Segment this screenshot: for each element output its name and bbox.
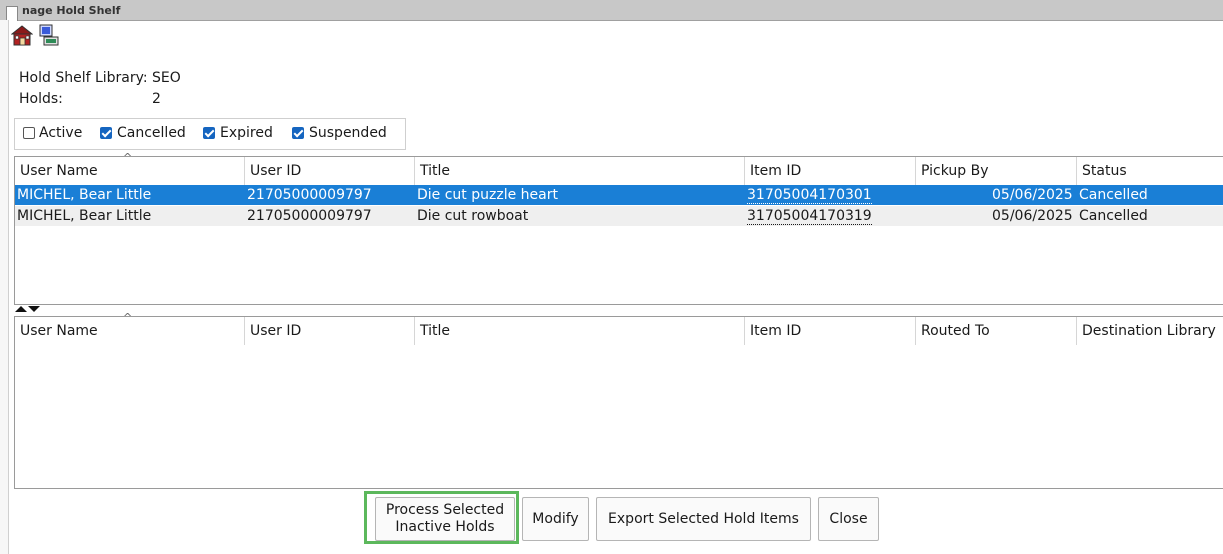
- cell-user-name: MICHEL, Bear Little: [17, 208, 152, 224]
- house-icon[interactable]: [10, 24, 34, 46]
- cell-user-id: 21705000009797: [247, 208, 372, 224]
- sort-caret-icon: ^: [123, 151, 133, 164]
- active-label[interactable]: Active: [39, 125, 82, 141]
- routed-items-grid[interactable]: ^ User Name User ID Title Item ID Routed…: [14, 311, 1223, 489]
- suspended-checkbox[interactable]: [292, 127, 304, 139]
- column-header-label: Destination Library: [1082, 323, 1216, 339]
- cell-item-id-link[interactable]: 31705004170301: [747, 187, 872, 204]
- library-label: Hold Shelf Library:: [19, 70, 148, 86]
- holds-label: Holds:: [19, 91, 63, 107]
- window-title: nage Hold Shelf: [22, 4, 121, 17]
- cancelled-label[interactable]: Cancelled: [117, 125, 186, 141]
- library-value: SEO: [152, 70, 181, 86]
- column-header-label: Item ID: [750, 323, 802, 339]
- export-selected-hold-items-button[interactable]: Export Selected Hold Items: [596, 497, 811, 541]
- holds-value: 2: [152, 91, 161, 107]
- cell-title: Die cut puzzle heart: [417, 187, 558, 203]
- sort-caret-icon: ^: [123, 311, 133, 324]
- table-row[interactable]: MICHEL, Bear Little 21705000009797 Die c…: [15, 185, 1223, 205]
- splitter-arrows-icon[interactable]: [14, 304, 44, 316]
- column-header-label: User ID: [250, 163, 302, 179]
- column-header-label: Status: [1082, 163, 1127, 179]
- cell-user-id: 21705000009797: [247, 187, 372, 203]
- column-header-label: Routed To: [921, 323, 990, 339]
- column-header-label: Item ID: [750, 163, 802, 179]
- status-filter-group: Active Cancelled Expired Suspended: [14, 118, 406, 150]
- column-header-item-id[interactable]: Item ID: [745, 317, 916, 345]
- column-header-destination-library[interactable]: Destination Library: [1077, 317, 1223, 345]
- cell-title: Die cut rowboat: [417, 208, 529, 224]
- close-button[interactable]: Close: [818, 497, 879, 541]
- cell-item-id-link[interactable]: 31705004170319: [747, 208, 872, 225]
- column-header-label: Title: [420, 323, 451, 339]
- column-header-routed-to[interactable]: Routed To: [916, 317, 1077, 345]
- expired-label[interactable]: Expired: [220, 125, 273, 141]
- table-row[interactable]: MICHEL, Bear Little 21705000009797 Die c…: [15, 206, 1223, 226]
- cell-pickup-by: 05/06/2025: [992, 187, 1073, 203]
- column-header-item-id[interactable]: Item ID: [745, 157, 916, 185]
- window-icon: [6, 6, 18, 21]
- process-selected-inactive-holds-button[interactable]: Process Selected Inactive Holds: [375, 497, 515, 541]
- button-label-line1: Process Selected: [385, 502, 505, 518]
- column-header-title[interactable]: Title: [415, 157, 745, 185]
- button-label-line2: Inactive Holds: [395, 519, 495, 535]
- window-titlebar: nage Hold Shelf: [0, 0, 1223, 21]
- left-border: [0, 20, 9, 554]
- cell-status: Cancelled: [1079, 187, 1148, 203]
- column-header-label: Title: [420, 163, 451, 179]
- column-header-status[interactable]: Status: [1077, 157, 1223, 185]
- cell-pickup-by: 05/06/2025: [992, 208, 1073, 224]
- active-checkbox[interactable]: [23, 127, 35, 139]
- column-header-label: User Name: [20, 163, 98, 179]
- cell-status: Cancelled: [1079, 208, 1148, 224]
- modify-button[interactable]: Modify: [522, 497, 589, 541]
- column-header-label: User ID: [250, 323, 302, 339]
- column-header-user-id[interactable]: User ID: [245, 157, 415, 185]
- column-header-label: User Name: [20, 323, 98, 339]
- hold-items-grid[interactable]: ^ User Name User ID Title Item ID Pickup…: [14, 151, 1223, 305]
- expired-checkbox[interactable]: [203, 127, 215, 139]
- column-header-user-name[interactable]: ^ User Name: [15, 151, 245, 185]
- suspended-label[interactable]: Suspended: [309, 125, 387, 141]
- column-header-pickup-by[interactable]: Pickup By: [916, 157, 1077, 185]
- pane-splitter[interactable]: [14, 304, 1223, 316]
- column-header-user-name[interactable]: ^ User Name: [15, 311, 245, 345]
- cell-user-name: MICHEL, Bear Little: [17, 187, 152, 203]
- column-header-user-id[interactable]: User ID: [245, 317, 415, 345]
- column-header-label: Pickup By: [921, 163, 989, 179]
- computer-export-icon[interactable]: [38, 24, 60, 46]
- cancelled-checkbox[interactable]: [100, 127, 112, 139]
- column-header-title[interactable]: Title: [415, 317, 745, 345]
